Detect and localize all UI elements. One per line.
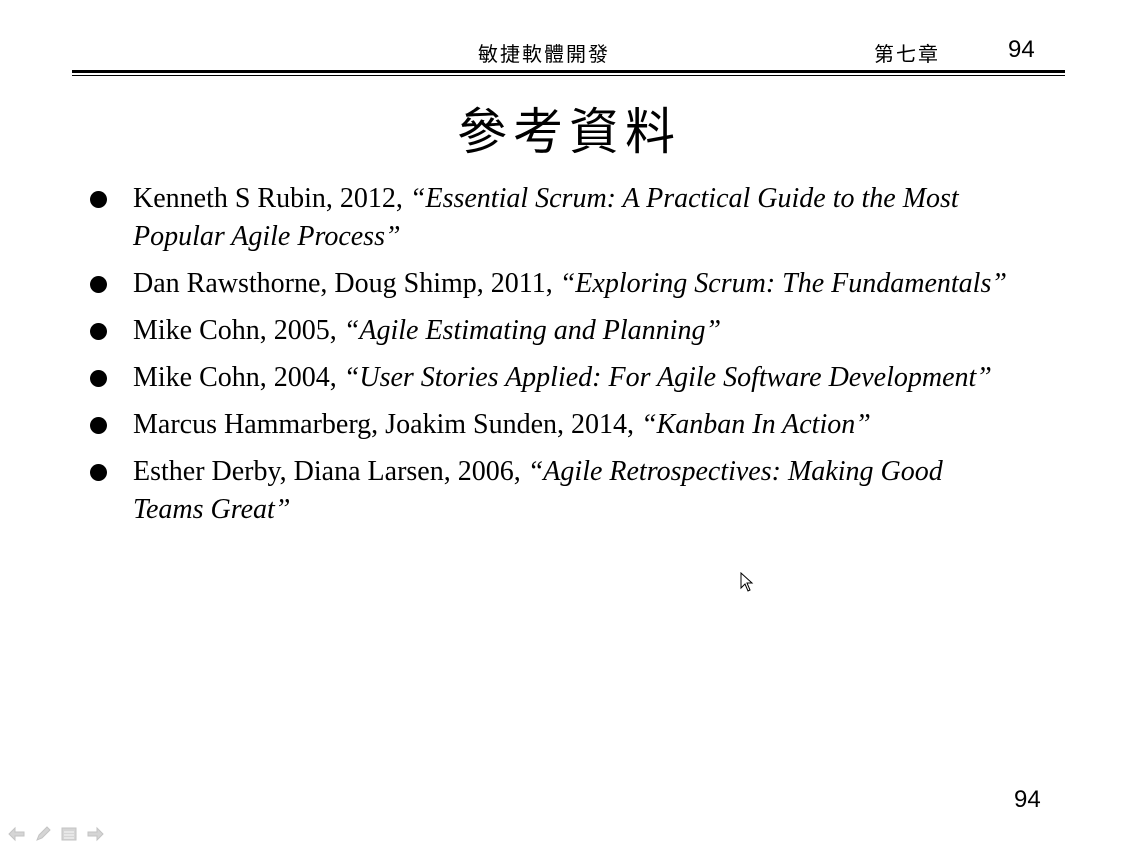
reference-item: Marcus Hammarberg, Joakim Sunden, 2014, … <box>88 406 1008 444</box>
bullet-icon <box>90 370 107 387</box>
course-title: 敏捷軟體開發 <box>478 42 610 66</box>
reference-title: “Kanban In Action” <box>641 409 871 440</box>
reference-title: “User Stories Applied: For Agile Softwar… <box>343 362 992 393</box>
reference-authors: Kenneth S Rubin, 2012, <box>133 183 410 214</box>
reference-authors: Mike Cohn, 2005, <box>133 315 344 346</box>
reference-authors: Mike Cohn, 2004, <box>133 362 344 393</box>
slide: 敏捷軟體開發 第七章 94 參考資料 Kenneth S Rubin, 2012… <box>0 0 1138 852</box>
reference-authors: Dan Rawsthorne, Doug Shimp, 2011, <box>133 268 560 299</box>
mouse-pointer-icon <box>740 572 754 592</box>
reference-list: Kenneth S Rubin, 2012, “Essential Scrum:… <box>88 180 1008 538</box>
chapter-label: 第七章 <box>874 42 940 66</box>
reference-item: Esther Derby, Diana Larsen, 2006, “Agile… <box>88 453 1008 529</box>
reference-authors: Esther Derby, Diana Larsen, 2006, <box>133 456 528 487</box>
reference-title: “Agile Estimating and Planning” <box>343 315 722 346</box>
header-rule-thin <box>72 75 1065 76</box>
menu-icon[interactable] <box>60 825 78 843</box>
header-rule-thick <box>72 70 1065 73</box>
slide-title: 參考資料 <box>457 103 681 161</box>
reference-authors: Marcus Hammarberg, Joakim Sunden, 2014, <box>133 409 642 440</box>
reference-title: “Exploring Scrum: The Fundamentals” <box>559 268 1007 299</box>
pen-icon[interactable] <box>34 825 52 843</box>
reference-item: Dan Rawsthorne, Doug Shimp, 2011, “Explo… <box>88 265 1008 303</box>
slideshow-controls <box>8 825 104 843</box>
reference-item: Mike Cohn, 2004, “User Stories Applied: … <box>88 359 1008 397</box>
bullet-icon <box>90 323 107 340</box>
footer-page-number: 94 <box>1014 786 1041 813</box>
next-arrow-icon[interactable] <box>86 825 104 843</box>
bullet-icon <box>90 464 107 481</box>
reference-item: Mike Cohn, 2005, “Agile Estimating and P… <box>88 312 1008 350</box>
bullet-icon <box>90 417 107 434</box>
previous-arrow-icon[interactable] <box>8 825 26 843</box>
header-page-number: 94 <box>1008 36 1035 63</box>
bullet-icon <box>90 276 107 293</box>
bullet-icon <box>90 191 107 208</box>
reference-item: Kenneth S Rubin, 2012, “Essential Scrum:… <box>88 180 1008 256</box>
